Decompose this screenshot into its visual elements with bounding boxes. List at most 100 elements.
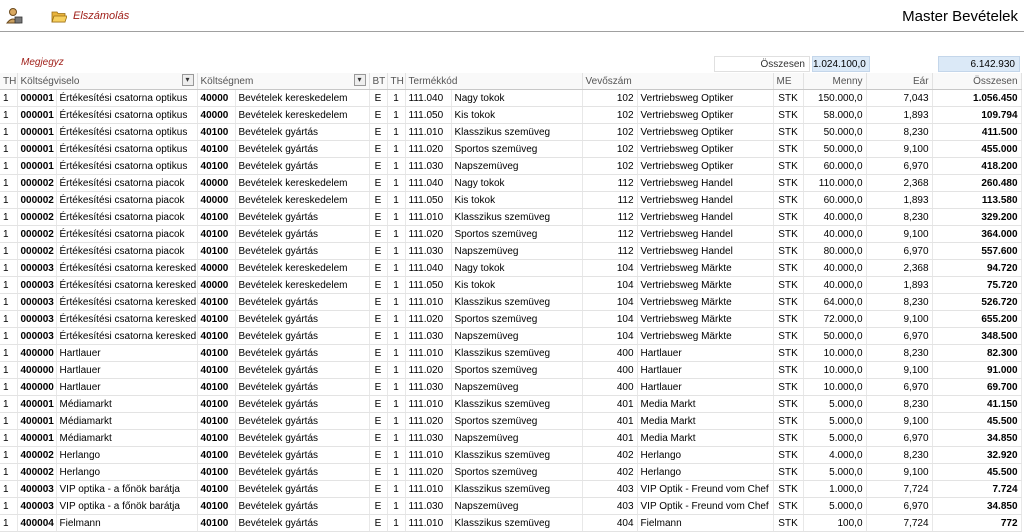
table-row[interactable]: 1 000001 Értékesítési csatorna optikus 4000…: [0, 106, 1022, 124]
cell-vevo-name: VIP Optik - Freund vom Chef: [637, 497, 774, 515]
cell-menny: 1.000,0: [803, 480, 867, 498]
cell-osszesen: 109.794: [932, 106, 1022, 124]
table-row[interactable]: 1 000003 Értékesítési csatorna keresked 401…: [0, 310, 1022, 328]
cell-th2: 1: [387, 242, 406, 260]
table-row[interactable]: 1 000003 Értékesítési csatorna keresked 401…: [0, 293, 1022, 311]
cell-vevo-name: VIP Optik - Freund vom Chef: [637, 480, 774, 498]
cell-me: STK: [773, 412, 804, 430]
table-row[interactable]: 1 000002 Értékesítési csatorna piacok 40100…: [0, 208, 1022, 226]
table-row[interactable]: 1 000002 Értékesítési csatorna piacok 40000…: [0, 191, 1022, 209]
cell-koltsegnem-code: 40000: [197, 174, 236, 192]
table-row[interactable]: 1 400002 Herlango 40100 Bevételek gyártás E 1 1…: [0, 463, 1022, 481]
col-header-koltsegnem[interactable]: Költségnem ▾: [197, 73, 370, 90]
col-header-vevoszam[interactable]: Vevőszám: [582, 73, 774, 90]
cell-koltsegnem-code: 40100: [197, 310, 236, 328]
cell-koltsegnem-name: Bevételek kereskedelem: [235, 191, 370, 209]
chevron-down-icon[interactable]: ▾: [353, 74, 366, 86]
cell-vevoszam: 404: [582, 514, 638, 532]
cell-koltsegnem-code: 40100: [197, 378, 236, 396]
chevron-down-icon[interactable]: ▾: [181, 74, 194, 86]
cell-th: 1: [0, 242, 18, 260]
cell-th2: 1: [387, 480, 406, 498]
cell-th: 1: [0, 106, 18, 124]
cell-termekkod: 111.030: [405, 497, 452, 515]
cell-me: STK: [773, 429, 804, 447]
cell-osszesen: 260.480: [932, 174, 1022, 192]
osszesen-total: 6.142.930: [938, 56, 1020, 72]
table-row[interactable]: 1 400004 Fielmann 40100 Bevételek gyártás E 1 1…: [0, 514, 1022, 532]
table-row[interactable]: 1 400001 Médiamarkt 40100 Bevételek gyártás E…: [0, 412, 1022, 430]
col-header-th2[interactable]: TH: [387, 73, 406, 90]
cell-koltsegnem-name: Bevételek gyártás: [235, 514, 370, 532]
cell-koltsegnem-code: 40100: [197, 327, 236, 345]
cell-koltsegviselo-name: Értékesítési csatorna piacok: [56, 174, 198, 192]
cell-bt: E: [369, 191, 388, 209]
cell-ear: 6,970: [866, 497, 933, 515]
table-row[interactable]: 1 400000 Hartlauer 40100 Bevételek gyártás E 1…: [0, 378, 1022, 396]
cell-th2: 1: [387, 89, 406, 107]
table-row[interactable]: 1 000002 Értékesítési csatorna piacok 40000…: [0, 174, 1022, 192]
elszamolas-menu-link[interactable]: Elszámolás: [73, 10, 129, 22]
table-row[interactable]: 1 400002 Herlango 40100 Bevételek gyártás E 1 1…: [0, 446, 1022, 464]
cell-th: 1: [0, 395, 18, 413]
table-row[interactable]: 1 000003 Értékesítési csatorna keresked 400…: [0, 276, 1022, 294]
col-header-me[interactable]: ME: [773, 73, 804, 90]
table-row[interactable]: 1 400003 VIP optika - a főnök barátja 40100…: [0, 497, 1022, 515]
table-row[interactable]: 1 000001 Értékesítési csatorna optikus 4010…: [0, 123, 1022, 141]
cell-koltsegnem-name: Bevételek kereskedelem: [235, 106, 370, 124]
cell-osszesen: 364.000: [932, 225, 1022, 243]
cell-th: 1: [0, 157, 18, 175]
table-row[interactable]: 1 000002 Értékesítési csatorna piacok 40100…: [0, 242, 1022, 260]
col-header-koltsegviselo[interactable]: Költségviselo ▾: [17, 73, 198, 90]
table-row[interactable]: 1 400001 Médiamarkt 40100 Bevételek gyártás E…: [0, 395, 1022, 413]
cell-th: 1: [0, 344, 18, 362]
folder-open-icon[interactable]: [51, 10, 67, 23]
table-row[interactable]: 1 000001 Értékesítési csatorna optikus 4010…: [0, 157, 1022, 175]
cell-koltsegnem-code: 40100: [197, 429, 236, 447]
cell-termek-name: Klasszikus szemüveg: [451, 514, 583, 532]
cell-termek-name: Sportos szemüveg: [451, 310, 583, 328]
cell-me: STK: [773, 123, 804, 141]
cell-bt: E: [369, 327, 388, 345]
cell-me: STK: [773, 106, 804, 124]
table-row[interactable]: 1 000001 Értékesítési csatorna optikus 4010…: [0, 140, 1022, 158]
cell-osszesen: 526.720: [932, 293, 1022, 311]
cell-termek-name: Nagy tokok: [451, 259, 583, 277]
cell-termekkod: 111.030: [405, 378, 452, 396]
cell-koltsegviselo-code: 400000: [17, 361, 57, 379]
table-row[interactable]: 1 400003 VIP optika - a főnök barátja 40100…: [0, 480, 1022, 498]
cell-me: STK: [773, 208, 804, 226]
col-header-termekkod[interactable]: Termékkód: [405, 73, 583, 90]
cell-koltsegnem-name: Bevételek gyártás: [235, 463, 370, 481]
cell-vevo-name: Vertriebsweg Optiker: [637, 157, 774, 175]
cell-termek-name: Kis tokok: [451, 276, 583, 294]
col-header-menny[interactable]: Menny: [803, 73, 867, 90]
cell-termekkod: 111.010: [405, 446, 452, 464]
cell-vevo-name: Vertriebsweg Optiker: [637, 106, 774, 124]
cell-vevoszam: 401: [582, 429, 638, 447]
table-row[interactable]: 1 000003 Értékesítési csatorna keresked 401…: [0, 327, 1022, 345]
col-header-osszesen[interactable]: Összesen: [932, 73, 1022, 90]
cell-ear: 8,230: [866, 293, 933, 311]
col-header-ear[interactable]: Eár: [866, 73, 933, 90]
cell-koltsegnem-code: 40100: [197, 463, 236, 481]
cell-th: 1: [0, 497, 18, 515]
table-row[interactable]: 1 000001 Értékesítési csatorna optikus 4000…: [0, 89, 1022, 107]
cell-th2: 1: [387, 140, 406, 158]
table-row[interactable]: 1 400000 Hartlauer 40100 Bevételek gyártás E 1…: [0, 361, 1022, 379]
table-row[interactable]: 1 000003 Értékesítési csatorna keresked 400…: [0, 259, 1022, 277]
table-header-row: TH Költségviselo ▾ Költségnem ▾ BT TH Term…: [0, 73, 1022, 90]
col-header-bt[interactable]: BT: [369, 73, 388, 90]
cell-me: STK: [773, 344, 804, 362]
cell-vevo-name: Vertriebsweg Optiker: [637, 89, 774, 107]
cell-koltsegnem-name: Bevételek gyártás: [235, 225, 370, 243]
col-header-th[interactable]: TH: [0, 73, 18, 90]
table-row[interactable]: 1 000002 Értékesítési csatorna piacok 40100…: [0, 225, 1022, 243]
cell-bt: E: [369, 344, 388, 362]
user-lock-icon[interactable]: [5, 7, 23, 25]
table-row[interactable]: 1 400001 Médiamarkt 40100 Bevételek gyártás E…: [0, 429, 1022, 447]
table-row[interactable]: 1 400000 Hartlauer 40100 Bevételek gyártás E 1…: [0, 344, 1022, 362]
cell-th: 1: [0, 276, 18, 294]
cell-ear: 2,368: [866, 174, 933, 192]
cell-osszesen: 69.700: [932, 378, 1022, 396]
